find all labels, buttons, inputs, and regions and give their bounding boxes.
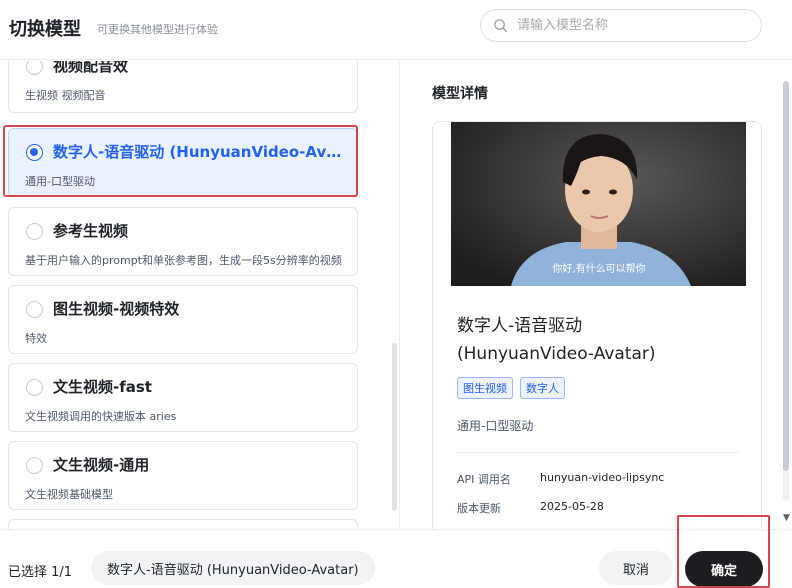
model-card-video-effects[interactable]: 图生视频-视频特效 特效 [8,285,358,354]
radio-button[interactable] [26,457,43,474]
search-box[interactable] [480,9,762,42]
model-card-text-video-general[interactable]: 文生视频-通用 文生视频基础模型 [8,441,358,510]
detail-divider [457,452,739,453]
confirm-button[interactable]: 确定 [685,551,763,587]
selected-model-chip[interactable]: 数字人-语音驱动 (HunyuanVideo-Avatar) [91,551,375,585]
model-desc: 基于用户输入的prompt和单张参考图，生成一段5s分辨率的视频 [25,254,342,267]
detail-model-name-line1: 数字人-语音驱动 [457,316,583,336]
list-scrollbar[interactable] [392,343,397,511]
dialog-header: 切换模型 可更换其他模型进行体验 [0,0,792,60]
radio-button-selected[interactable] [26,144,43,161]
model-desc: 通用-口型驱动 [25,175,95,188]
model-desc: 特效 [25,332,47,345]
dialog-subtitle: 可更换其他模型进行体验 [97,23,218,36]
tag-digital-human: 数字人 [520,377,565,399]
detail-scrollbar-thumb[interactable] [783,81,789,471]
update-label: 版本更新 [457,502,501,515]
model-desc: 生视频 视频配音 [25,89,106,102]
model-card-video-sfx[interactable]: 视频配音效 生视频 视频配音 [8,61,358,113]
model-detail-panel: 模型详情 你好,有什么可以帮你 数字人-语音驱动 (HunyuanVideo-A… [401,61,792,529]
radio-button[interactable] [26,301,43,318]
model-name: 视频配音效 [53,61,129,75]
model-card-partial[interactable] [8,519,358,529]
detail-card: 你好,有什么可以帮你 数字人-语音驱动 (HunyuanVideo-Avatar… [432,121,762,529]
preview-caption: 你好,有什么可以帮你 [552,262,645,275]
detail-model-name: 数字人-语音驱动 (HunyuanVideo-Avatar) [457,312,737,368]
meta-row-api: API 调用名 hunyuan-video-lipsync [457,471,664,487]
detail-model-desc: 通用-口型驱动 [457,419,534,433]
model-card-reference-video[interactable]: 参考生视频 基于用户输入的prompt和单张参考图，生成一段5s分辨率的视频 [8,207,358,276]
meta-row-update: 版本更新 2025-05-28 [457,500,604,516]
detail-scrollbar[interactable] [783,81,789,501]
model-name: 文生视频-fast [53,378,152,396]
selected-count: 已选择 1/1 [8,565,73,580]
update-value: 2025-05-28 [540,500,604,513]
dialog-title: 切换模型 [9,19,81,40]
model-name: 数字人-语音驱动 (HunyuanVideo-Avatar) [53,143,349,161]
model-card-text-video-fast[interactable]: 文生视频-fast 文生视频调用的快速版本 aries [8,363,358,432]
radio-button[interactable] [26,379,43,396]
model-preview-image: 你好,有什么可以帮你 [451,122,746,286]
scroll-down-arrow-icon[interactable]: ▼ [783,513,790,523]
model-desc: 文生视频基础模型 [25,488,113,501]
api-value: hunyuan-video-lipsync [540,471,665,484]
api-label: API 调用名 [457,473,511,486]
dialog-footer: 已选择 1/1 数字人-语音驱动 (HunyuanVideo-Avatar) 取… [0,529,792,588]
detail-model-name-line2: (HunyuanVideo-Avatar) [457,344,656,364]
model-name: 文生视频-通用 [53,456,150,474]
detail-tags: 图生视频 数字人 [457,377,565,399]
model-name: 图生视频-视频特效 [53,300,180,318]
radio-button[interactable] [26,223,43,240]
model-card-avatar-lipsync[interactable]: 数字人-语音驱动 (HunyuanVideo-Avatar) 通用-口型驱动 [8,128,358,197]
model-desc: 文生视频调用的快速版本 aries [25,410,177,423]
model-name: 参考生视频 [53,222,129,240]
radio-button[interactable] [26,61,43,75]
search-input[interactable] [517,18,747,33]
search-icon [494,19,508,33]
model-list[interactable]: 视频配音效 生视频 视频配音 数字人-语音驱动 (HunyuanVideo-Av… [0,61,400,529]
tag-image-to-video: 图生视频 [457,377,513,399]
detail-section-title: 模型详情 [432,86,488,102]
cancel-button[interactable]: 取消 [599,551,673,585]
